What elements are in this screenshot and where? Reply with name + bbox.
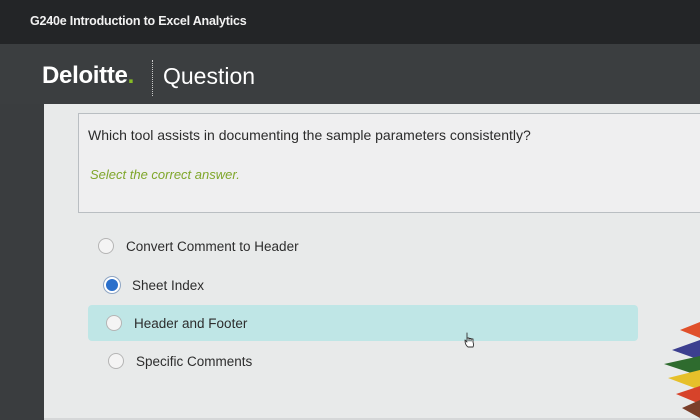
hand-cursor-icon xyxy=(464,332,474,348)
brand-name: Deloitte xyxy=(42,62,128,89)
brand-logo: Deloitte. xyxy=(42,62,134,90)
radio-unselected-icon[interactable] xyxy=(98,238,114,254)
answer-option-highlighted[interactable]: Header and Footer xyxy=(88,305,638,341)
header-divider xyxy=(152,60,153,96)
question-text: Which tool assists in documenting the sa… xyxy=(88,127,531,143)
course-title: G240e Introduction to Excel Analytics xyxy=(30,14,247,28)
radio-unselected-icon[interactable] xyxy=(108,353,124,369)
answer-option-label: Header and Footer xyxy=(134,315,248,331)
section-title: Question xyxy=(163,63,256,89)
question-instruction: Select the correct answer. xyxy=(90,167,240,182)
answer-option-selected[interactable]: Sheet Index xyxy=(104,270,304,300)
radio-selected-icon[interactable] xyxy=(104,277,120,293)
answer-option-label: Sheet Index xyxy=(132,277,205,293)
answer-option[interactable]: Specific Comments xyxy=(108,346,308,376)
left-rail xyxy=(0,104,44,420)
answer-option-label: Specific Comments xyxy=(136,353,253,369)
colored-pencils-photo-edge xyxy=(664,322,700,418)
top-bar: G240e Introduction to Excel Analytics xyxy=(0,0,700,44)
answer-option[interactable]: Convert Comment to Header xyxy=(98,231,318,261)
radio-unselected-icon[interactable] xyxy=(106,315,122,331)
answer-option-label: Convert Comment to Header xyxy=(126,238,299,254)
brand-dot: . xyxy=(127,62,135,89)
